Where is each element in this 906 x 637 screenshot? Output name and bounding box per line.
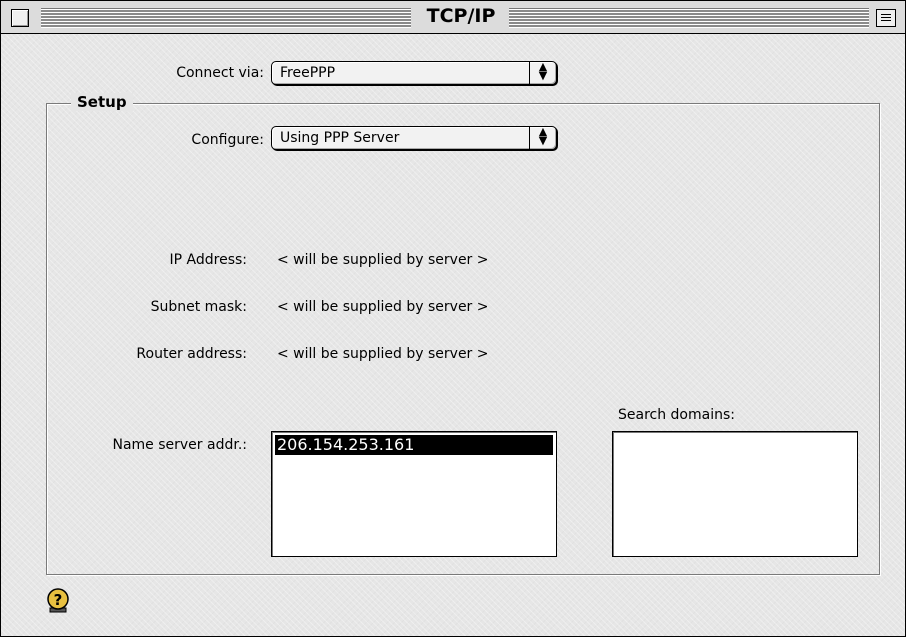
search-domains-listbox[interactable] [612,431,858,557]
tcpip-window: TCP/IP Connect via: FreePPP ▲ ▼ Setup Con… [0,0,906,637]
name-server-listbox[interactable]: 206.154.253.161 [271,431,557,557]
setup-group-title: Setup [71,93,133,111]
updown-arrows-icon: ▲ ▼ [529,126,556,149]
connect-via-popup[interactable]: FreePPP ▲ ▼ [271,61,557,85]
help-question-icon[interactable]: ? [45,588,71,614]
configure-popup[interactable]: Using PPP Server ▲ ▼ [271,126,557,150]
router-address-label: Router address: [136,346,247,362]
close-box-icon[interactable] [11,9,29,27]
updown-arrows-icon: ▲ ▼ [529,61,556,84]
collapse-box-icon[interactable] [876,9,896,27]
subnet-mask-label: Subnet mask: [150,299,247,315]
configure-value: Using PPP Server [280,130,400,146]
title-stripes-left [41,8,411,28]
search-domains-label: Search domains: [618,407,735,423]
ip-address-label: IP Address: [169,252,248,268]
name-server-entry[interactable]: 206.154.253.161 [275,435,553,455]
title-bar[interactable]: TCP/IP [1,1,905,34]
connect-via-label: Connect via: [176,65,264,81]
subnet-mask-value: < will be supplied by server > [277,299,489,315]
svg-text:?: ? [54,591,63,609]
title-stripes-right [509,8,869,28]
connect-via-value: FreePPP [280,65,336,81]
ip-address-value: < will be supplied by server > [277,252,489,268]
router-address-value: < will be supplied by server > [277,346,489,362]
name-server-label: Name server addr.: [112,437,247,453]
configure-label: Configure: [191,132,264,148]
window-title: TCP/IP [426,5,496,27]
